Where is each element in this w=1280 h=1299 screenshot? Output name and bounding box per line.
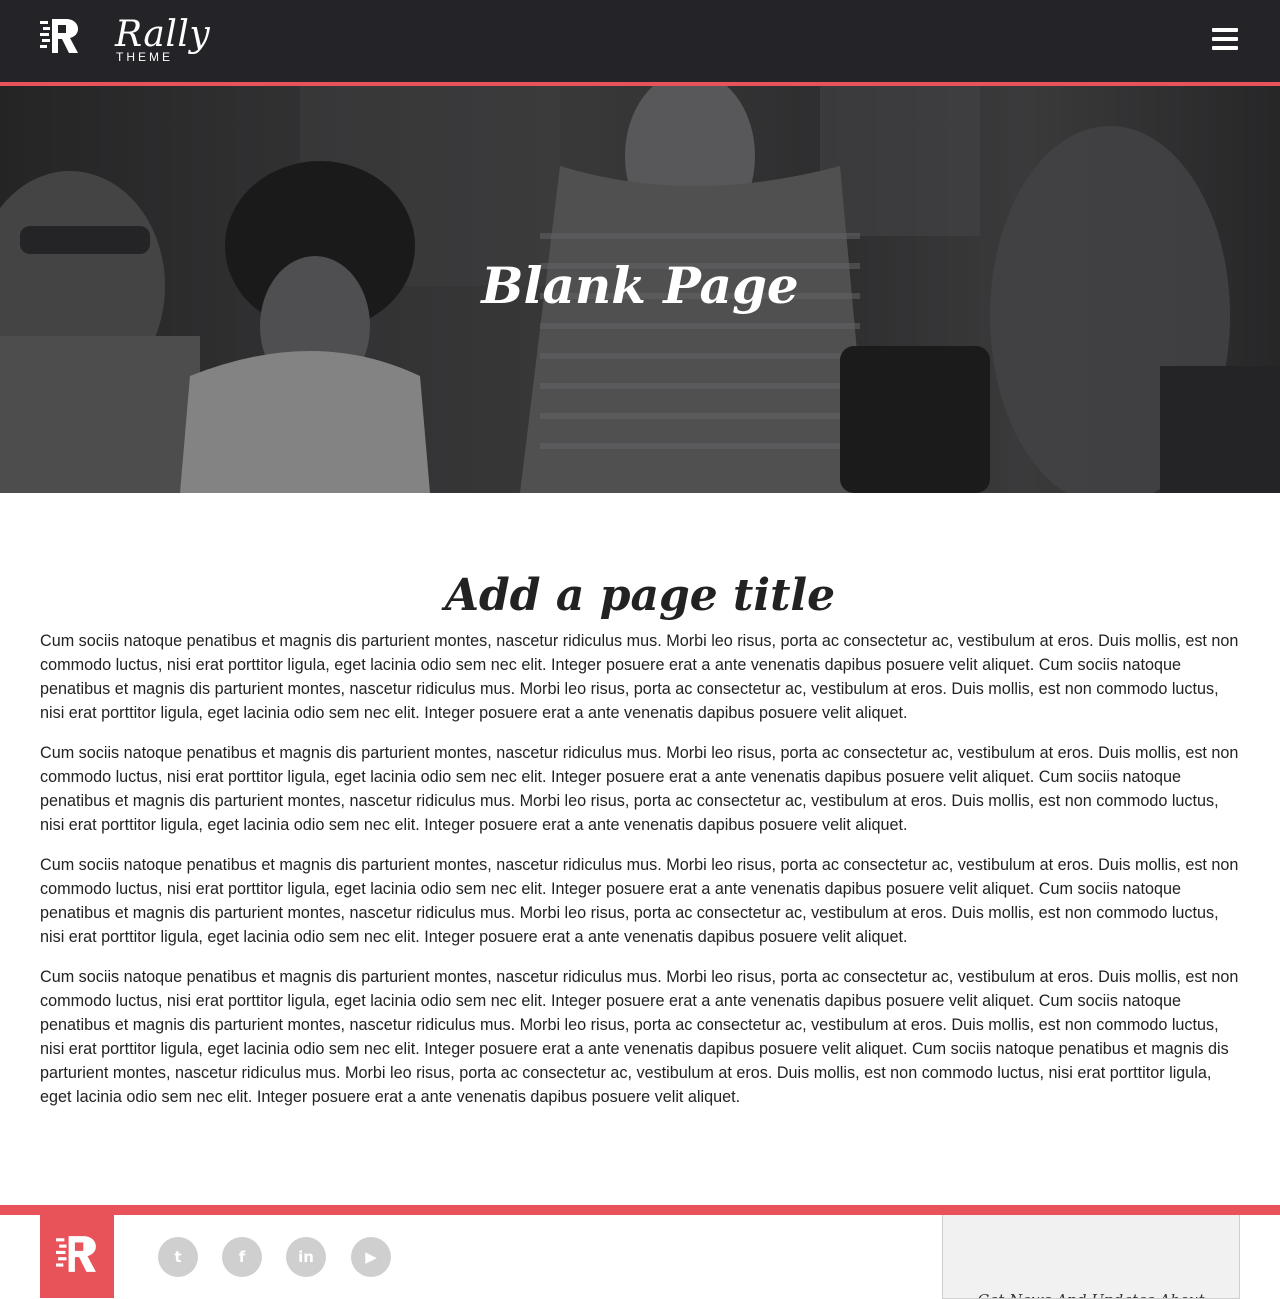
site-footer: t f in ▶ Get News And Updates About [0,1215,1280,1299]
linkedin-icon[interactable]: in [286,1237,326,1277]
content-paragraph: Cum sociis natoque penatibus et magnis d… [40,744,1239,834]
page-title: Add a page title [444,570,836,621]
hero-banner: Blank Page [0,86,1280,493]
content-paragraph: Cum sociis natoque penatibus et magnis d… [40,632,1239,722]
brand[interactable]: Rally THEME [115,14,210,63]
newsletter-box: Get News And Updates About [942,1215,1240,1299]
hamburger-menu-icon[interactable] [1212,28,1242,54]
content-paragraph: Cum sociis natoque penatibus et magnis d… [40,856,1239,946]
hero-title: Blank Page [481,256,799,315]
site-header: Rally THEME [0,0,1280,82]
rally-r-logo-icon [56,1236,96,1272]
footer-accent-bar [0,1205,1280,1215]
youtube-icon[interactable]: ▶ [351,1237,391,1277]
footer-logo[interactable] [40,1215,114,1298]
facebook-icon[interactable]: f [222,1237,262,1277]
rally-r-logo-icon[interactable] [40,17,80,55]
page-content: Cum sociis natoque penatibus et magnis d… [40,629,1240,1125]
brand-subtitle: THEME [116,50,173,64]
newsletter-heading: Get News And Updates About [943,1291,1239,1298]
twitter-icon[interactable]: t [158,1237,198,1277]
content-paragraph: Cum sociis natoque penatibus et magnis d… [40,968,1239,1106]
